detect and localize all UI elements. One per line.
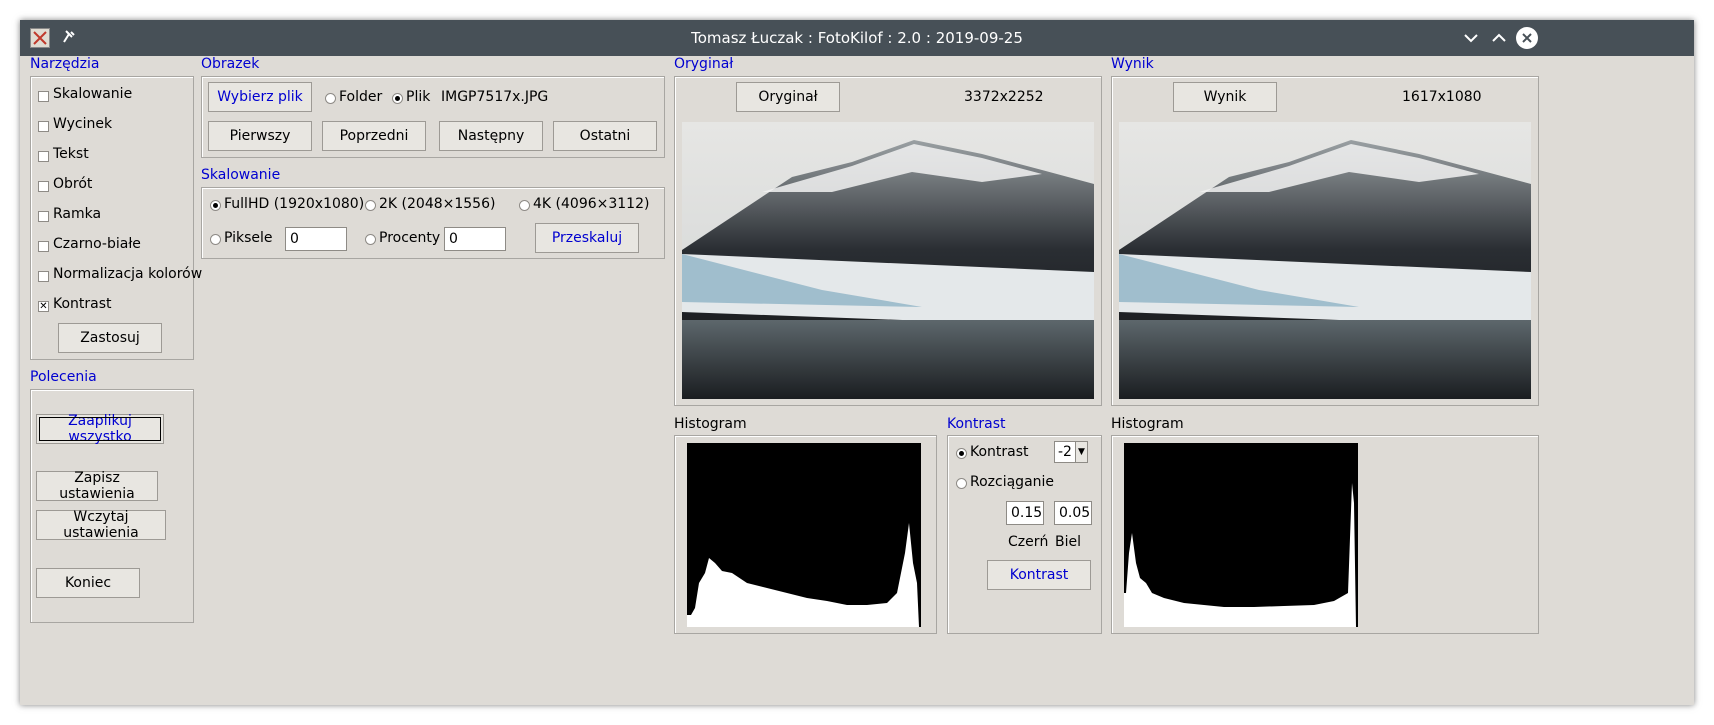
app-icon bbox=[30, 28, 50, 48]
percent-input[interactable]: 0 bbox=[444, 227, 506, 251]
original-button[interactable]: Oryginał bbox=[736, 82, 840, 112]
checkbox[interactable] bbox=[38, 241, 49, 252]
radio[interactable] bbox=[956, 478, 967, 489]
close-icon[interactable] bbox=[1516, 27, 1538, 49]
result-image bbox=[1119, 122, 1531, 399]
black-label: Czerń bbox=[1008, 534, 1049, 550]
chevron-down-icon[interactable]: ▼ bbox=[1075, 442, 1087, 462]
radio-selected[interactable] bbox=[956, 448, 967, 459]
original-histogram bbox=[687, 443, 921, 627]
original-image bbox=[682, 122, 1094, 399]
checkbox[interactable] bbox=[38, 91, 49, 102]
title-bar: Tomasz Łuczak : FotoKilof : 2.0 : 2019-0… bbox=[20, 20, 1694, 56]
contrast-value-select[interactable]: -2 ▼ bbox=[1054, 441, 1088, 463]
result-button[interactable]: Wynik bbox=[1173, 82, 1277, 112]
prev-button[interactable]: Poprzedni bbox=[322, 121, 426, 151]
save-settings-button[interactable]: Zapisz ustawienia bbox=[36, 470, 158, 502]
radio[interactable] bbox=[325, 93, 336, 104]
checkbox[interactable] bbox=[38, 151, 49, 162]
original-size: 3372x2252 bbox=[964, 89, 1044, 105]
result-histogram-title: Histogram bbox=[1111, 416, 1184, 432]
quit-button[interactable]: Koniec bbox=[36, 568, 140, 598]
black-input[interactable]: 0.15 bbox=[1006, 501, 1044, 525]
choose-file-button[interactable]: Wybierz plik bbox=[208, 82, 312, 112]
original-title: Oryginał bbox=[674, 56, 734, 72]
radio[interactable] bbox=[365, 234, 376, 245]
tools-title: Narzędzia bbox=[30, 56, 100, 72]
checkbox[interactable] bbox=[38, 181, 49, 192]
radio[interactable] bbox=[365, 200, 376, 211]
checkbox[interactable] bbox=[38, 211, 49, 222]
pin-icon[interactable] bbox=[60, 28, 78, 46]
next-button[interactable]: Następny bbox=[439, 121, 543, 151]
apply-all-button[interactable]: Zaaplikuj wszystko bbox=[36, 413, 164, 445]
radio[interactable] bbox=[210, 234, 221, 245]
last-button[interactable]: Ostatni bbox=[553, 121, 657, 151]
radio[interactable] bbox=[519, 200, 530, 211]
checkbox[interactable] bbox=[38, 121, 49, 132]
window-title: Tomasz Łuczak : FotoKilof : 2.0 : 2019-0… bbox=[691, 29, 1023, 47]
load-settings-button[interactable]: Wczytaj ustawienia bbox=[36, 509, 166, 541]
app-window: Tomasz Łuczak : FotoKilof : 2.0 : 2019-0… bbox=[20, 20, 1694, 705]
maximize-icon[interactable] bbox=[1490, 29, 1508, 47]
scaling-title: Skalowanie bbox=[201, 167, 281, 183]
commands-title: Polecenia bbox=[30, 369, 97, 385]
radio-selected[interactable] bbox=[392, 93, 403, 104]
white-input[interactable]: 0.05 bbox=[1054, 501, 1092, 525]
white-label: Biel bbox=[1055, 534, 1081, 550]
result-title: Wynik bbox=[1111, 56, 1154, 72]
radio-selected[interactable] bbox=[210, 200, 221, 211]
result-histogram bbox=[1124, 443, 1358, 627]
original-histogram-title: Histogram bbox=[674, 416, 747, 432]
contrast-button[interactable]: Kontrast bbox=[987, 560, 1091, 590]
checkbox[interactable] bbox=[38, 271, 49, 282]
rescale-button[interactable]: Przeskaluj bbox=[535, 223, 639, 253]
result-size: 1617x1080 bbox=[1402, 89, 1482, 105]
filename-label: IMGP7517x.JPG bbox=[441, 89, 549, 105]
minimize-icon[interactable] bbox=[1462, 29, 1480, 47]
first-button[interactable]: Pierwszy bbox=[208, 121, 312, 151]
apply-button[interactable]: Zastosuj bbox=[58, 323, 162, 353]
contrast-title: Kontrast bbox=[947, 416, 1006, 432]
pixels-input[interactable]: 0 bbox=[285, 227, 347, 251]
image-title: Obrazek bbox=[201, 56, 260, 72]
checkbox-checked[interactable]: ✕ bbox=[38, 301, 49, 312]
